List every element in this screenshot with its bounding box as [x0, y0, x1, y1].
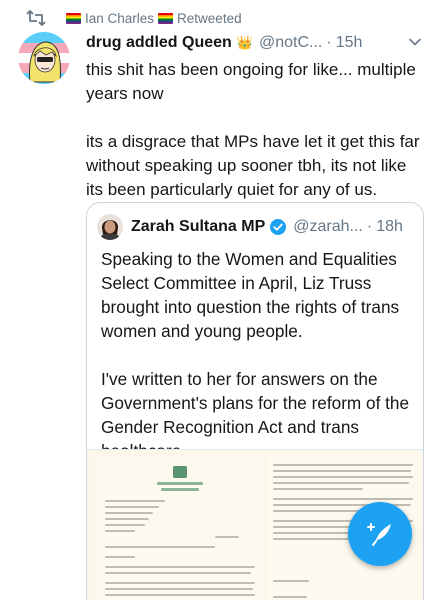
- verified-badge-icon: [270, 219, 287, 235]
- retweet-label: Retweeted: [177, 10, 242, 26]
- compose-tweet-button[interactable]: [348, 502, 412, 566]
- letter-heading: [157, 482, 203, 485]
- letter-line: [273, 464, 413, 466]
- letter-line: [215, 536, 239, 538]
- letter-line: [105, 556, 135, 558]
- letter-line: [105, 506, 159, 508]
- crown-icon: 👑: [236, 35, 253, 50]
- letter-line: [105, 566, 255, 568]
- letter-line: [273, 470, 411, 472]
- letter-line: [105, 546, 215, 548]
- letter-line: [105, 518, 149, 520]
- retweet-context[interactable]: Ian Charles Retweeted: [24, 8, 242, 28]
- letter-line: [105, 524, 145, 526]
- author-handle[interactable]: @notC...: [259, 34, 322, 52]
- letter-line: [105, 594, 255, 596]
- compose-tweet-icon: [367, 523, 391, 546]
- retweet-icon: [26, 10, 46, 26]
- separator-dot: ·: [326, 34, 332, 51]
- letter-line: [273, 596, 307, 598]
- letter-line: [273, 488, 363, 490]
- letter-page-left: [95, 456, 263, 600]
- rainbow-flag-icon: [158, 12, 174, 24]
- letter-heading: [161, 488, 199, 491]
- quoted-tweet-header: Zarah Sultana MP @zarah... · 18h: [97, 213, 413, 241]
- letter-line: [105, 572, 251, 574]
- rainbow-flag-icon: [66, 12, 81, 24]
- quoted-author-handle: @zarah...: [293, 218, 363, 235]
- quoted-tweet-time: 18h: [376, 218, 403, 235]
- parliament-crest-icon: [173, 466, 187, 478]
- tweet-text: this shit has been ongoing for like... m…: [86, 60, 420, 199]
- letter-line: [105, 530, 135, 532]
- quoted-tweet-text: Speaking to the Women and Equalities Sel…: [101, 249, 410, 461]
- letter-line: [273, 482, 409, 484]
- separator-dot: ·: [366, 218, 373, 235]
- author-avatar[interactable]: [18, 32, 70, 84]
- retweeter-name[interactable]: Ian Charles: [85, 11, 154, 26]
- letter-line: [105, 500, 165, 502]
- chevron-down-icon[interactable]: [408, 35, 422, 49]
- letter-line: [105, 588, 253, 590]
- letter-line: [273, 476, 413, 478]
- letter-line: [105, 582, 255, 584]
- author-name[interactable]: drug addled Queen: [86, 34, 232, 52]
- tweet-header: drug addled Queen 👑 @notC... · 15h: [86, 32, 426, 54]
- tweet-time[interactable]: 15h: [336, 34, 363, 52]
- letter-line: [273, 498, 413, 500]
- letter-line: [105, 512, 153, 514]
- quoted-author-name: Zarah Sultana MP: [131, 218, 266, 235]
- letter-line: [273, 580, 309, 582]
- quoted-author-avatar: [97, 214, 123, 240]
